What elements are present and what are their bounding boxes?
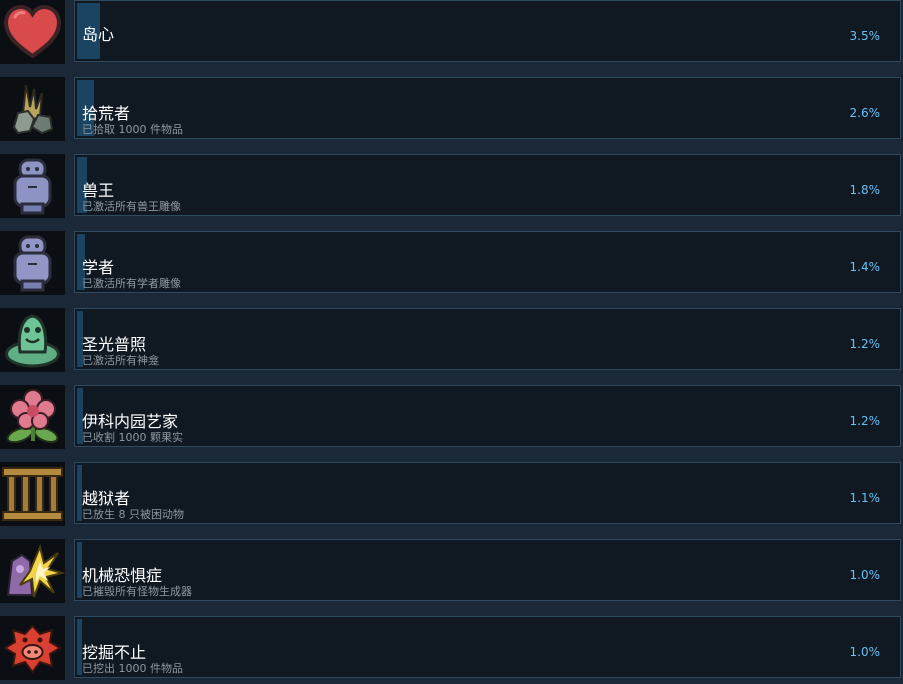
- achievement-panel: 机械恐惧症 已摧毁所有怪物生成器 1.0%: [74, 539, 901, 601]
- achievement-description: 已放生 8 只被困动物: [82, 508, 184, 521]
- beast-statue-icon: [13, 158, 52, 215]
- achievement-row[interactable]: 圣光普照 已激活所有神龛 1.2%: [0, 308, 903, 372]
- unlock-percent: 1.4%: [849, 260, 881, 274]
- achievement-panel: 岛心 3.5%: [74, 0, 901, 62]
- achievement-icon-frame: [0, 462, 65, 526]
- achievement-panel: 拾荒者 已拾取 1000 件物品 2.6%: [74, 77, 901, 139]
- shrine-icon: [5, 314, 60, 368]
- achievement-description: 已收割 1000 颗果实: [82, 431, 183, 444]
- achievement-row[interactable]: 兽王 已激活所有兽王雕像 1.8%: [0, 154, 903, 218]
- achievement-description: 已拾取 1000 件物品: [82, 123, 183, 136]
- unlock-percent: 1.2%: [849, 337, 881, 351]
- achievement-row[interactable]: 学者 已激活所有学者雕像 1.4%: [0, 231, 903, 295]
- achievement-panel: 越狱者 已放生 8 只被困动物 1.1%: [74, 462, 901, 524]
- unlock-percent: 2.6%: [849, 106, 881, 120]
- achievement-icon-frame: [0, 0, 65, 64]
- achievement-panel: 伊科内园艺家 已收割 1000 颗果实 1.2%: [74, 385, 901, 447]
- achievement-row[interactable]: 拾荒者 已拾取 1000 件物品 2.6%: [0, 77, 903, 141]
- achievement-title: 岛心: [82, 25, 115, 44]
- achievement-icon-frame: [0, 385, 65, 449]
- scholar-statue-icon: [13, 235, 52, 292]
- achievement-panel: 学者 已激活所有学者雕像 1.4%: [74, 231, 901, 293]
- digging-icon: [3, 624, 62, 674]
- achievement-icon-frame: [0, 539, 65, 603]
- achievement-icon-frame: [0, 231, 65, 295]
- achievement-icon-frame: [0, 308, 65, 372]
- achievement-row[interactable]: 挖掘不止 已挖出 1000 件物品 1.0%: [0, 616, 903, 680]
- achievement-row[interactable]: 越狱者 已放生 8 只被困动物 1.1%: [0, 462, 903, 526]
- achievement-description: 已激活所有兽王雕像: [82, 200, 181, 213]
- flower-icon: [6, 389, 59, 444]
- achievement-icon-frame: [0, 616, 65, 680]
- achievement-panel: 挖掘不止 已挖出 1000 件物品 1.0%: [74, 616, 901, 678]
- achievement-icon-frame: [0, 154, 65, 218]
- achievement-panel: 兽王 已激活所有兽王雕像 1.8%: [74, 154, 901, 216]
- achievement-description: 已挖出 1000 件物品: [82, 662, 183, 675]
- achievement-description: 已激活所有学者雕像: [82, 277, 181, 290]
- achievement-description: 已激活所有神龛: [82, 354, 159, 367]
- achievement-icon-frame: [0, 77, 65, 141]
- unlock-percent: 1.2%: [849, 414, 881, 428]
- achievement-description: 已摧毁所有怪物生成器: [82, 585, 192, 598]
- achievement-row[interactable]: 机械恐惧症 已摧毁所有怪物生成器 1.0%: [0, 539, 903, 603]
- unlock-percent: 1.0%: [849, 568, 881, 582]
- unlock-percent: 1.0%: [849, 645, 881, 659]
- spawner-explosion-icon: [6, 543, 65, 598]
- achievement-row[interactable]: 伊科内园艺家 已收割 1000 颗果实 1.2%: [0, 385, 903, 449]
- achievement-panel: 圣光普照 已激活所有神龛 1.2%: [74, 308, 901, 370]
- scavenger-icon: [12, 84, 54, 135]
- achievement-row[interactable]: 岛心 3.5%: [0, 0, 903, 64]
- unlock-percent: 1.1%: [849, 491, 881, 505]
- unlock-percent: 3.5%: [849, 29, 881, 43]
- heart-icon: [3, 4, 62, 59]
- cage-icon: [2, 467, 63, 521]
- unlock-percent: 1.8%: [849, 183, 881, 197]
